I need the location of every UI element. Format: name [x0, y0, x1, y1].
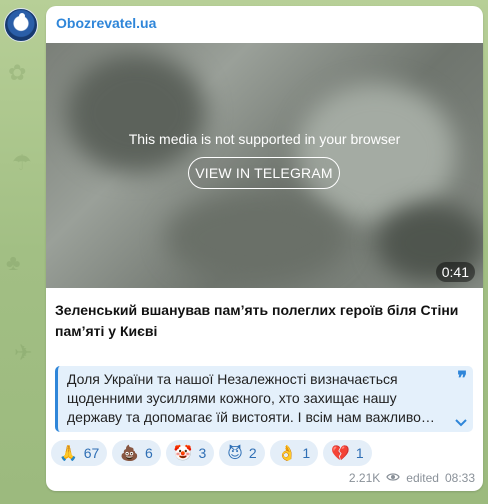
- reaction-count: 1: [355, 445, 364, 461]
- view-count: 2.21K: [348, 471, 381, 485]
- quote-block[interactable]: Доля України та нашої Незалежності визна…: [55, 366, 473, 432]
- message-time: 08:33: [444, 471, 475, 485]
- reaction-count: 2: [248, 445, 257, 461]
- background-doodle: ✈: [14, 340, 33, 365]
- video-preview[interactable]: This media is not supported in your brow…: [46, 43, 483, 288]
- quote-text: Доля України та нашої Незалежності визна…: [67, 371, 435, 425]
- reaction-ok-hand[interactable]: 👌 1: [269, 440, 319, 466]
- pray-emoji-icon: 🙏: [59, 444, 78, 462]
- channel-avatar[interactable]: [4, 8, 38, 42]
- quote-icon: ❞: [457, 368, 467, 389]
- poop-emoji-icon: 💩: [120, 444, 139, 462]
- post-headline: Зеленський вшанував пам’ять полеглих гер…: [55, 302, 459, 339]
- message-bubble: Obozrevatel.ua This media is not support…: [46, 6, 483, 491]
- eye-icon: [386, 471, 400, 485]
- reaction-clown[interactable]: 🤡 3: [165, 440, 215, 466]
- reaction-broken-heart[interactable]: 💔 1: [323, 440, 372, 466]
- reaction-count: 6: [144, 445, 153, 461]
- reaction-devil[interactable]: 😈 2: [219, 440, 265, 466]
- reaction-poop[interactable]: 💩 6: [112, 440, 161, 466]
- channel-name[interactable]: Obozrevatel.ua: [56, 15, 156, 31]
- devil-emoji-icon: 😈: [227, 444, 243, 462]
- chevron-down-icon[interactable]: [455, 414, 467, 430]
- unsupported-media-message: This media is not supported in your brow…: [128, 131, 401, 147]
- video-duration: 0:41: [435, 262, 475, 282]
- reaction-count: 67: [83, 445, 100, 461]
- reaction-count: 1: [302, 445, 311, 461]
- background-doodle: ✿: [8, 60, 27, 85]
- broken-heart-emoji-icon: 💔: [331, 444, 350, 462]
- background-doodle: ☂: [12, 150, 32, 175]
- background-doodle: ♣: [6, 250, 21, 275]
- message-meta: 2.21K edited 08:33: [349, 471, 475, 485]
- reaction-count: 3: [198, 445, 207, 461]
- view-in-telegram-button[interactable]: VIEW IN TELEGRAM: [188, 157, 340, 189]
- clown-emoji-icon: 🤡: [173, 444, 193, 462]
- edited-label: edited: [406, 471, 439, 485]
- reactions-bar: 🙏 67 💩 6 🤡 3 😈 2 👌 1 💔 1: [51, 440, 372, 466]
- ok-hand-emoji-icon: 👌: [277, 444, 297, 462]
- reaction-pray[interactable]: 🙏 67: [51, 440, 108, 466]
